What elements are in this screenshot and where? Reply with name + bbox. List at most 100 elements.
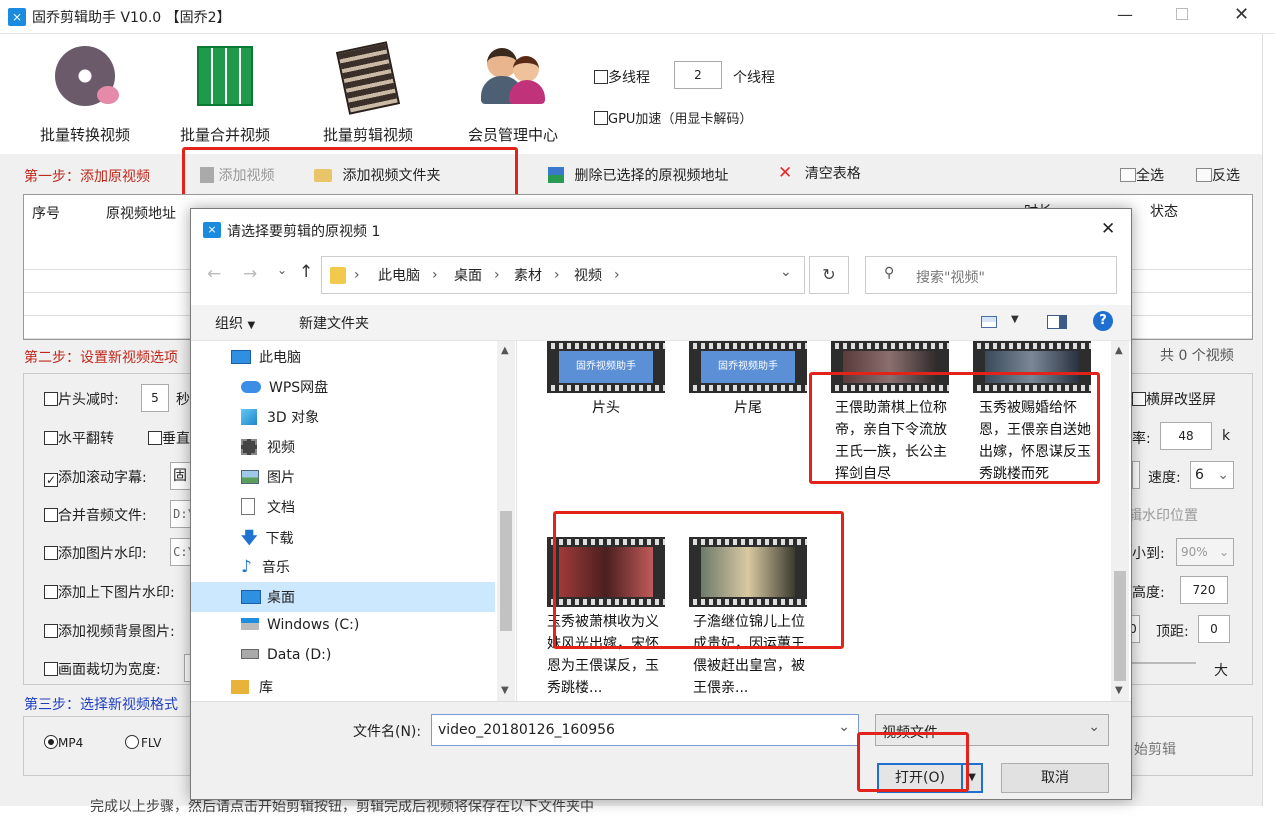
nav-3d-objects[interactable]: 3D 对象 xyxy=(241,407,319,429)
up-arrow-icon[interactable]: ↑ xyxy=(299,262,313,282)
batch-merge-button[interactable]: 批量合并视频 xyxy=(170,42,280,152)
breadcrumb-video[interactable]: 视频 xyxy=(574,265,602,285)
scroll-text-option[interactable]: 添加滚动字幕: xyxy=(44,467,147,487)
multithread-checkbox[interactable] xyxy=(594,70,608,84)
invert-select-button[interactable]: 反选 xyxy=(1196,165,1240,185)
nav-desktop-selected[interactable] xyxy=(191,582,495,612)
crop-option[interactable]: 画面裁切为宽度: xyxy=(44,659,161,679)
navigation-pane[interactable]: 此电脑 WPS网盘 3D 对象 视频 图片 文档 🡇 下载 ♪ 音乐 桌面 Wind… xyxy=(191,341,517,701)
nav-this-pc[interactable]: 此电脑 xyxy=(231,347,301,369)
head-cut-option[interactable]: 片头减时: xyxy=(44,389,119,409)
filename-input[interactable]: video_20180126_160956 ⌄ xyxy=(431,714,859,746)
col-status-header[interactable]: 状态 xyxy=(1150,201,1178,221)
nav-scroll-thumb[interactable] xyxy=(500,511,512,631)
delete-selected-button[interactable]: 删除已选择的原视频地址 xyxy=(548,165,728,185)
member-center-button[interactable]: 会员管理中心 xyxy=(458,42,568,152)
flv-radio[interactable] xyxy=(125,735,139,749)
thread-count-input[interactable]: 2 xyxy=(674,61,722,89)
nav-wps-cloud[interactable]: WPS网盘 xyxy=(241,377,328,399)
breadcrumb-desktop[interactable]: 桌面 xyxy=(454,265,482,285)
files-scroll-thumb[interactable] xyxy=(1114,571,1126,681)
bg-image-checkbox[interactable] xyxy=(44,624,58,638)
height-input[interactable]: 720 xyxy=(1180,576,1228,604)
address-dropdown-icon[interactable]: ⌄ xyxy=(780,264,792,280)
merge-audio-option[interactable]: 合并音频文件: xyxy=(44,505,147,525)
start-edit-button[interactable]: 始剪辑 xyxy=(1134,739,1176,759)
col-index-header[interactable]: 序号 xyxy=(32,203,60,223)
nav-documents[interactable]: 文档 xyxy=(241,497,295,519)
organize-menu[interactable]: 组织 ▼ xyxy=(215,313,255,333)
nav-desktop[interactable]: 桌面 xyxy=(241,587,295,609)
preview-pane-icon[interactable] xyxy=(1047,315,1067,329)
multithread-option[interactable]: 多线程 xyxy=(594,67,650,87)
help-icon[interactable]: ? xyxy=(1093,311,1113,331)
scroll-down-icon[interactable]: ▼ xyxy=(501,685,509,696)
scroll-up-icon[interactable]: ▲ xyxy=(501,345,509,356)
scroll-text-checkbox[interactable] xyxy=(44,473,58,487)
clear-table-button[interactable]: ✕ 清空表格 xyxy=(778,163,861,183)
batch-edit-button[interactable]: 批量剪辑视频 xyxy=(313,41,423,152)
nav-drive-c[interactable]: Windows (C:) xyxy=(241,617,359,639)
select-all-button[interactable]: 全选 xyxy=(1120,165,1164,185)
shrink-select[interactable]: 90% ⌄ xyxy=(1176,538,1234,566)
close-icon[interactable]: ✕ xyxy=(1234,4,1249,25)
hflip-checkbox[interactable] xyxy=(44,431,58,445)
refresh-button[interactable]: ↻ xyxy=(809,256,849,294)
format-mp4-option[interactable]: MP4 xyxy=(44,735,83,750)
file-item-outro[interactable]: 固乔视频助手 片尾 xyxy=(689,341,807,421)
file-grid[interactable]: 固乔视频助手 片头 固乔视频助手 片尾 王偎助萧棋上位称帝，亲自下令流放王氏一族… xyxy=(519,341,1113,701)
gpu-checkbox[interactable] xyxy=(594,111,608,125)
scroll-up-icon[interactable]: ▲ xyxy=(1115,345,1123,356)
dialog-close-icon[interactable]: ✕ xyxy=(1101,219,1115,239)
bg-image-option[interactable]: 添加视频背景图片: xyxy=(44,621,175,641)
view-dropdown-icon[interactable]: ▼ xyxy=(1011,314,1019,325)
file-item-intro[interactable]: 固乔视频助手 片头 xyxy=(547,341,665,421)
address-bar[interactable]: › 此电脑 › 桌面 › 素材 › 视频 › ⌄ xyxy=(321,256,805,294)
back-arrow-icon[interactable]: ← xyxy=(207,264,221,284)
head-cut-checkbox[interactable] xyxy=(44,392,58,406)
batch-convert-button[interactable]: 批量转换视频 xyxy=(30,42,140,152)
search-box[interactable]: ⚲ 搜索"视频" xyxy=(865,256,1117,294)
speed-prefix-box[interactable] xyxy=(1132,461,1140,489)
recent-chevron-icon[interactable]: ⌄ xyxy=(277,263,287,277)
head-cut-input[interactable]: 5 xyxy=(141,384,169,412)
nav-library[interactable]: 库 xyxy=(231,677,273,699)
speed-select[interactable]: 6 ⌄ xyxy=(1190,461,1234,489)
vflip-option[interactable]: 垂直 xyxy=(148,428,190,448)
files-scrollbar[interactable]: ▲ ▼ xyxy=(1111,341,1129,701)
nav-music[interactable]: ♪ 音乐 xyxy=(241,557,290,579)
forward-arrow-icon[interactable]: → xyxy=(243,264,257,284)
scroll-down-icon[interactable]: ▼ xyxy=(1115,685,1123,696)
image-wm-checkbox[interactable] xyxy=(44,546,58,560)
mp4-radio[interactable] xyxy=(44,735,58,749)
gpu-option[interactable]: GPU加速（用显卡解码） xyxy=(594,108,752,127)
image-wm-option[interactable]: 添加图片水印: xyxy=(44,543,147,563)
size-slider[interactable] xyxy=(1130,662,1196,664)
topbottom-wm-checkbox[interactable] xyxy=(44,585,58,599)
cancel-button[interactable]: 取消 xyxy=(1001,763,1109,793)
edit-wm-pos-button[interactable]: 辑水印位置 xyxy=(1128,505,1198,525)
format-flv-option[interactable]: FLV xyxy=(125,735,161,750)
col-path-header[interactable]: 原视频地址 xyxy=(106,203,176,223)
rate-input[interactable]: 48 xyxy=(1160,422,1212,450)
hflip-option[interactable]: 水平翻转 xyxy=(44,428,114,448)
topbottom-wm-option[interactable]: 添加上下图片水印: xyxy=(44,582,175,602)
breadcrumb-this-pc[interactable]: 此电脑 xyxy=(378,265,420,285)
crop-checkbox[interactable] xyxy=(44,662,58,676)
vflip-checkbox[interactable] xyxy=(148,431,162,445)
nav-videos[interactable]: 视频 xyxy=(241,437,295,459)
view-mode-icon[interactable] xyxy=(981,316,997,328)
minimize-icon[interactable]: — xyxy=(1117,5,1133,24)
landscape-option[interactable]: 横屏改竖屏 xyxy=(1132,389,1216,409)
new-folder-button[interactable]: 新建文件夹 xyxy=(299,313,369,333)
nav-scrollbar[interactable]: ▲ ▼ xyxy=(497,341,515,701)
breadcrumb-material[interactable]: 素材 xyxy=(514,265,542,285)
nav-downloads[interactable]: 🡇 下载 xyxy=(241,527,293,549)
maximize-icon[interactable] xyxy=(1176,8,1188,20)
merge-audio-checkbox[interactable] xyxy=(44,508,58,522)
nav-drive-d[interactable]: Data (D:) xyxy=(241,647,331,669)
chevron-down-icon[interactable]: ⌄ xyxy=(838,719,850,735)
nav-pictures[interactable]: 图片 xyxy=(241,467,295,489)
top-distance-input[interactable]: 0 xyxy=(1198,615,1230,643)
landscape-checkbox[interactable] xyxy=(1132,392,1146,406)
